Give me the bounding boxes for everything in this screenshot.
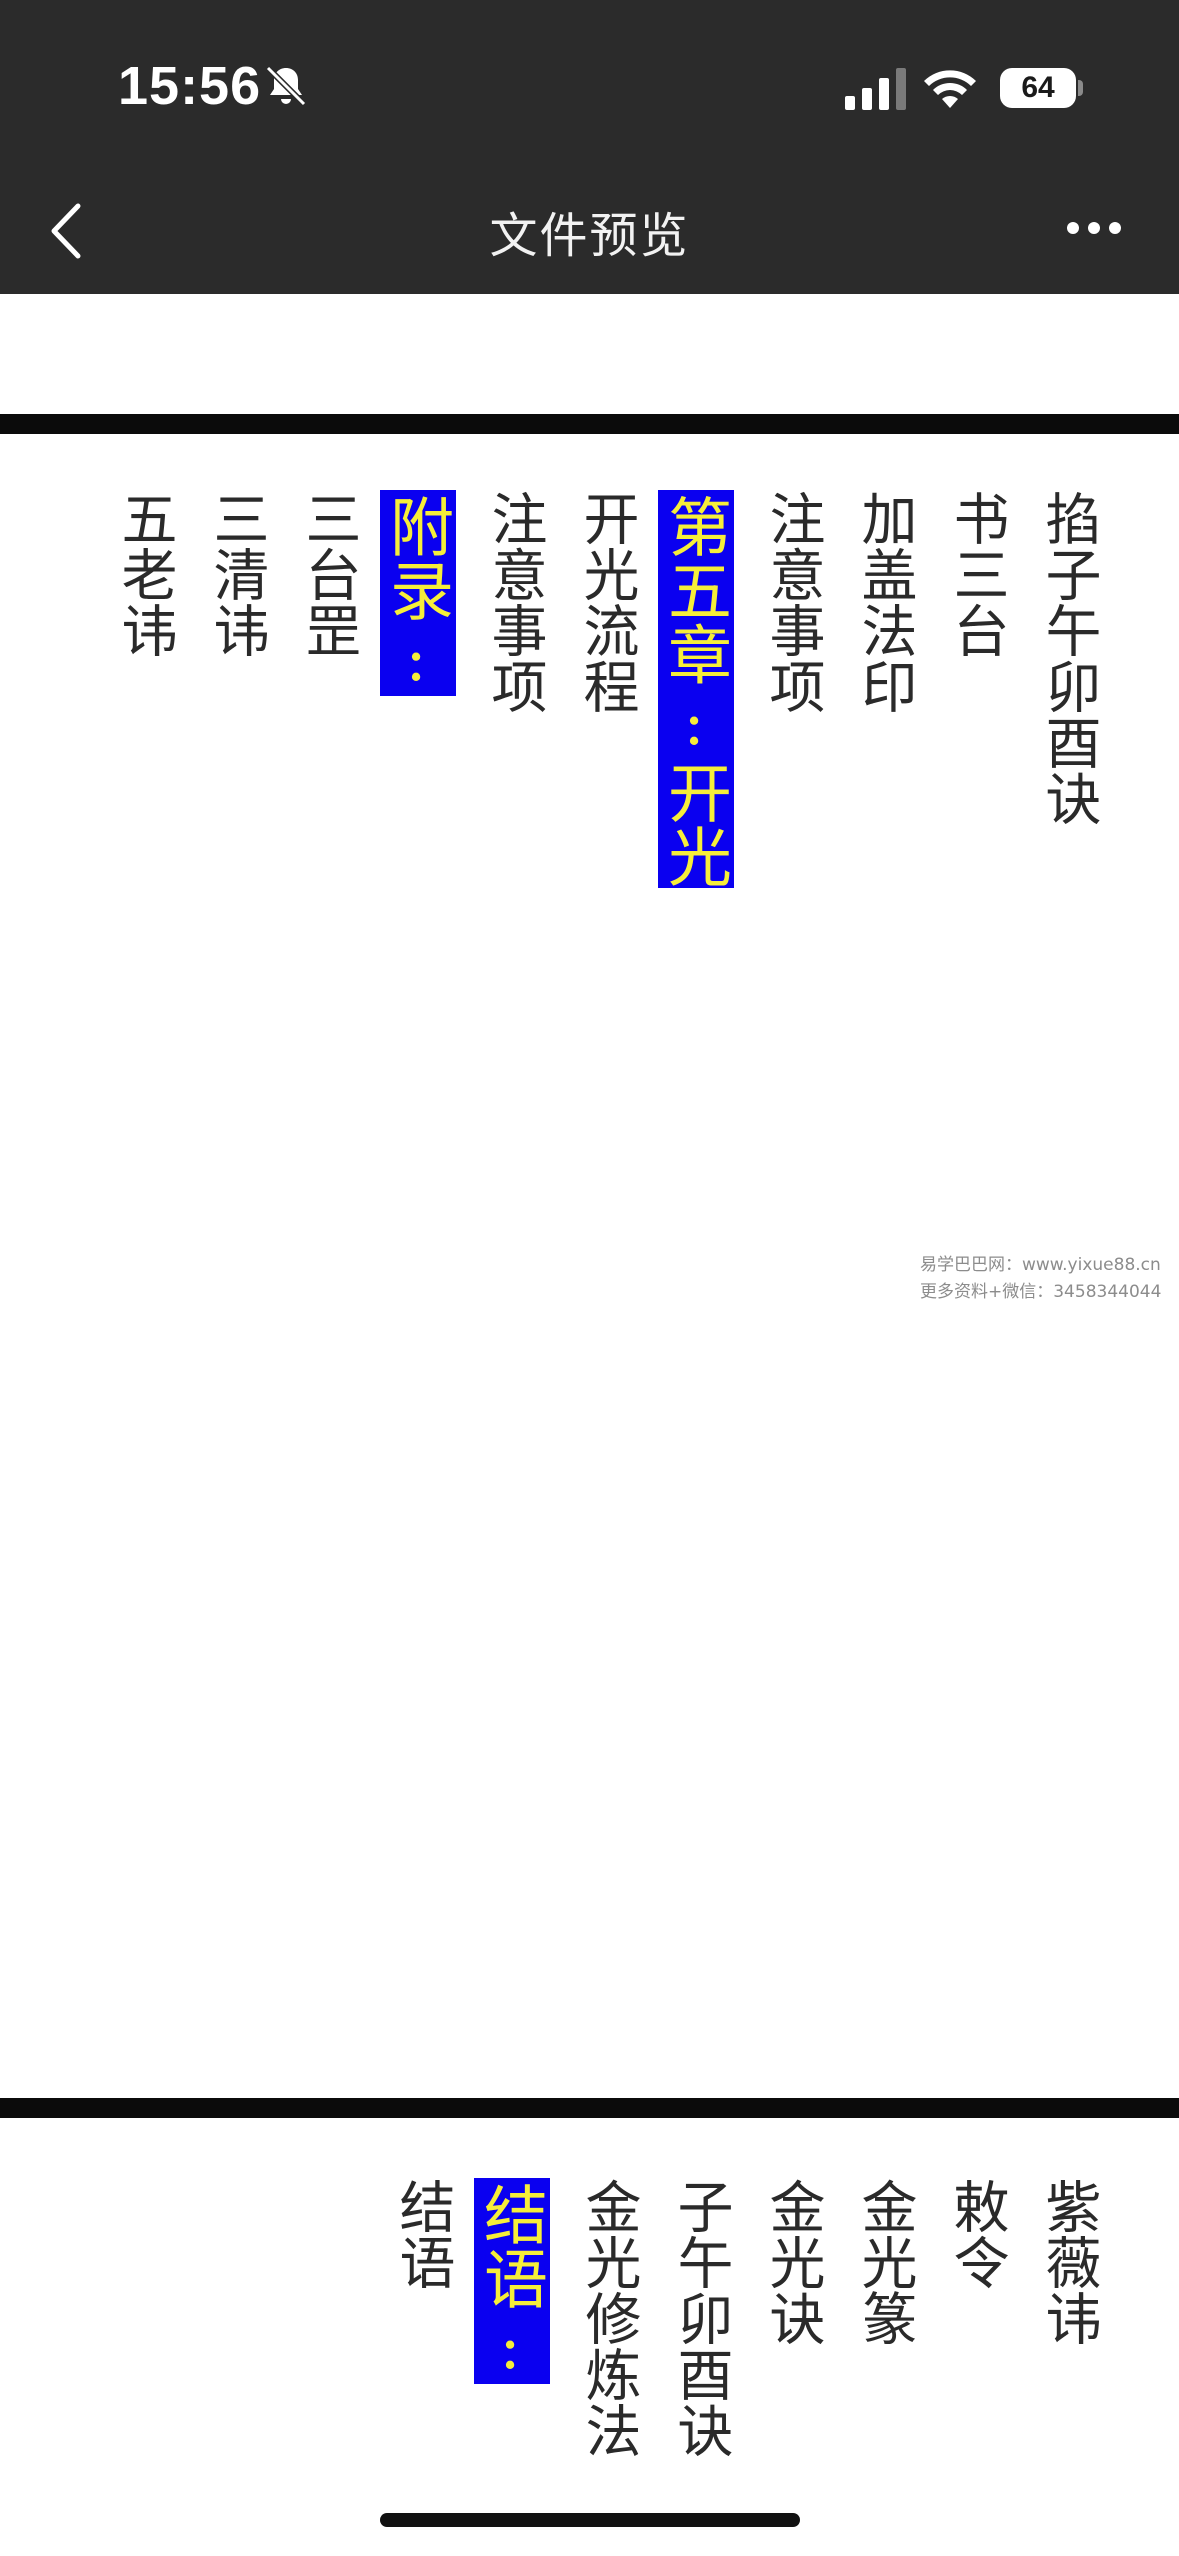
page-separator: [0, 414, 1179, 434]
toc-entry: 书三台: [944, 490, 1009, 658]
watermark: 易学巴巴网：www.yixue88.cn 更多资料+微信：3458344044: [920, 1252, 1161, 1306]
screen: 15:56 64 文件预览 掐子午卯酉诀 书三台 加盖法印 注意事项 第五章:开…: [0, 0, 1179, 2556]
toc-entry: 开光流程: [574, 490, 639, 714]
more-horizontal-icon[interactable]: [1066, 218, 1122, 238]
wifi-icon: [924, 70, 976, 108]
toc-entry: 五老讳: [112, 490, 177, 658]
toc-entry: 金光篆: [852, 2178, 917, 2346]
toc-entry: 注意事项: [482, 490, 547, 714]
appendix-heading: 附录:: [379, 490, 456, 696]
toc-entry: 金光修炼法: [576, 2178, 641, 2458]
battery-tip: [1078, 80, 1083, 96]
status-bar: 15:56 64: [0, 0, 1179, 170]
page-separator: [0, 2098, 1179, 2118]
toc-entry: 紫薇讳: [1036, 2178, 1101, 2346]
nav-bar: 文件预览: [0, 170, 1179, 294]
toc-entry: 掐子午卯酉诀: [1036, 490, 1101, 826]
toc-entry: 敕令: [944, 2178, 1009, 2290]
page-title: 文件预览: [489, 208, 690, 264]
chapter-heading: 第五章:开光: [657, 490, 734, 888]
toc-entry: 加盖法印: [852, 490, 917, 714]
toc-entry: 子午卯酉诀: [668, 2178, 733, 2458]
bell-slash-icon: [265, 65, 307, 107]
document-page-2[interactable]: 紫薇讳 敕令 金光篆 金光诀 子午卯酉诀 金光修炼法 结语: 结语: [0, 2118, 1179, 2556]
toc-entry: 注意事项: [760, 490, 825, 714]
toc-entry: 金光诀: [760, 2178, 825, 2346]
watermark-line: 更多资料+微信：3458344044: [920, 1282, 1162, 1302]
conclusion-heading: 结语:: [473, 2178, 550, 2384]
cellular-signal-icon: [845, 68, 906, 110]
previous-page-fragment: [0, 294, 1179, 414]
watermark-line: 易学巴巴网：www.yixue88.cn: [920, 1255, 1161, 1275]
status-time: 15:56: [118, 56, 262, 116]
toc-entry: 三台罡: [296, 490, 361, 658]
battery-level: 64: [1021, 71, 1055, 104]
toc-entry: 结语: [390, 2178, 455, 2290]
home-indicator[interactable]: [380, 2513, 800, 2527]
toc-entry: 三清讳: [204, 490, 269, 658]
battery-icon: 64: [1000, 68, 1076, 108]
